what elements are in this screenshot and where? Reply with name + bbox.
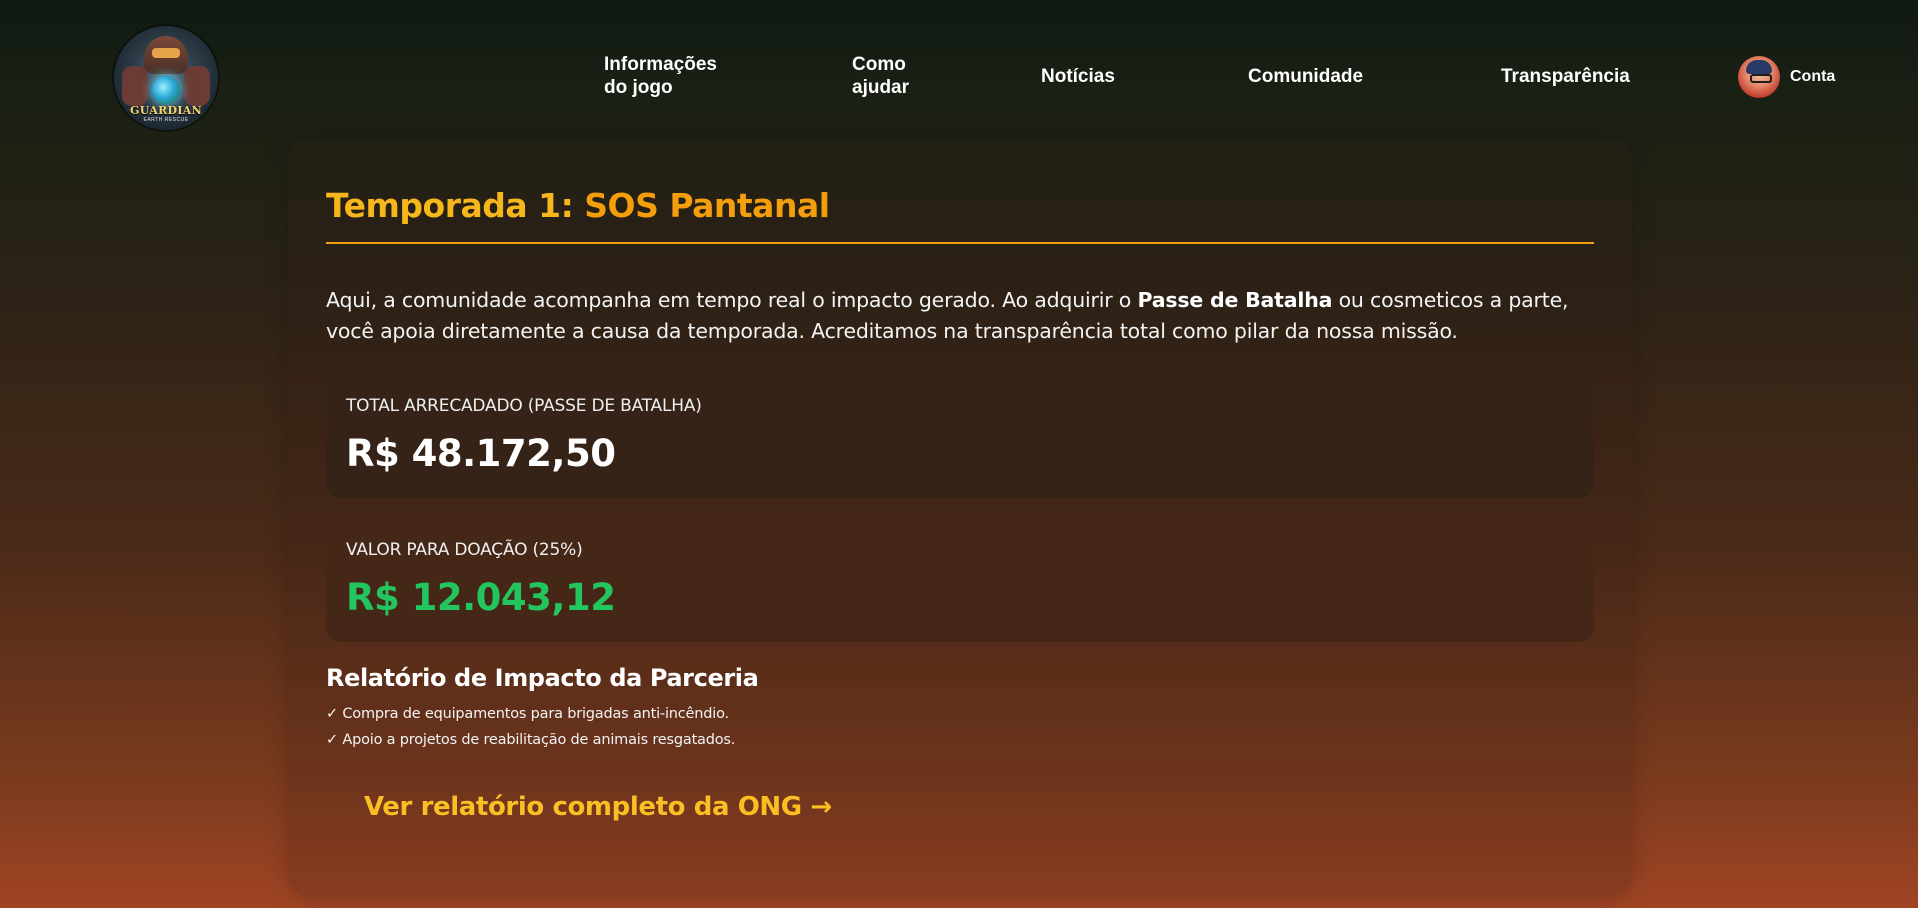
site-header: GUARDIAN EARTH RESCUE Informações do jog…	[0, 0, 1918, 130]
report-item-equipment: ✓ Compra de equipamentos para brigadas a…	[326, 706, 729, 722]
logo-shoulder-right	[184, 66, 210, 106]
season-intro: Aqui, a comunidade acompanha em tempo re…	[326, 285, 1601, 347]
logo-text: GUARDIAN	[130, 104, 202, 117]
donation-value-label: VALOR PARA DOAÇÃO (25%)	[346, 540, 583, 560]
total-raised-label: TOTAL ARRECADADO (PASSE DE BATALHA)	[346, 396, 702, 416]
season-title-name: SOS Pantanal	[584, 186, 830, 225]
nav-item-noticias[interactable]: Notícias	[1041, 65, 1115, 88]
full-report-link[interactable]: Ver relatório completo da ONG →	[364, 792, 832, 822]
intro-text-bold: Passe de Batalha	[1137, 288, 1333, 312]
donation-value-box: VALOR PARA DOAÇÃO (25%) R$ 12.043,12	[326, 518, 1594, 642]
total-raised-value: R$ 48.172,50	[346, 432, 616, 475]
report-item-rehabilitation: ✓ Apoio a projetos de reabilitação de an…	[326, 732, 736, 748]
total-raised-box: TOTAL ARRECADADO (PASSE DE BATALHA) R$ 4…	[326, 374, 1594, 498]
logo-shoulder-left	[122, 66, 148, 106]
avatar-hair	[1746, 60, 1772, 74]
impact-report-title: Relatório de Impacto da Parceria	[326, 664, 759, 692]
title-divider	[326, 242, 1594, 244]
nav-item-como-ajudar[interactable]: Como ajudar	[852, 53, 909, 99]
account-label: Conta	[1790, 68, 1836, 85]
logo-subtext: EARTH RESCUE	[143, 117, 189, 123]
season-title-prefix: Temporada 1:	[326, 186, 585, 225]
nav-item-informacoes[interactable]: Informações do jogo	[604, 53, 717, 99]
avatar-glasses	[1750, 74, 1772, 83]
nav-item-comunidade[interactable]: Comunidade	[1248, 65, 1363, 88]
account-button[interactable]: Conta	[1738, 56, 1835, 98]
intro-text-part1: Aqui, a comunidade acompanha em tempo re…	[326, 288, 1138, 312]
donation-value: R$ 12.043,12	[346, 576, 616, 619]
avatar	[1738, 56, 1780, 98]
page-title: Temporada 1: SOS Pantanal	[326, 186, 830, 225]
nav-item-transparencia[interactable]: Transparência	[1501, 65, 1630, 88]
logo-visor	[152, 48, 180, 58]
logo-globe-icon	[152, 76, 180, 104]
guardian-logo[interactable]: GUARDIAN EARTH RESCUE	[114, 26, 218, 130]
